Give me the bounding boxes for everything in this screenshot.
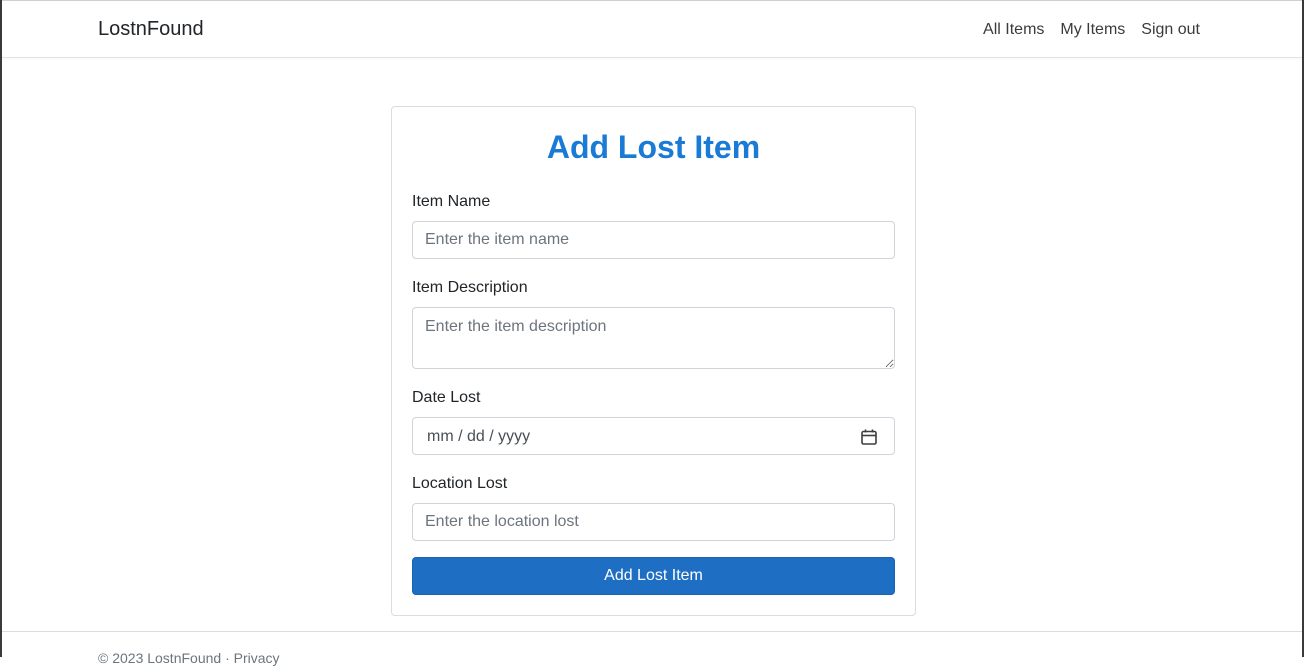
date-lost-input[interactable]: mm / dd / yyyy: [412, 417, 895, 455]
date-lost-placeholder: mm / dd / yyyy: [427, 428, 531, 445]
item-description-textarea[interactable]: [412, 307, 895, 369]
add-lost-item-button[interactable]: Add Lost Item: [412, 557, 895, 595]
nav-link-my-items[interactable]: My Items: [1060, 21, 1125, 39]
date-lost-label: Date Lost: [412, 389, 481, 406]
footer-divider: [2, 631, 1302, 632]
navbar: LostnFound All Items My Items Sign out: [2, 0, 1302, 58]
nav-links: All Items My Items Sign out: [983, 21, 1200, 39]
item-description-label: Item Description: [412, 279, 528, 296]
location-lost-input[interactable]: [412, 503, 895, 541]
location-lost-label: Location Lost: [412, 475, 508, 492]
item-name-input[interactable]: [412, 221, 895, 259]
footer-text: © 2023 LostnFound · Privacy: [98, 650, 280, 666]
nav-link-all-items[interactable]: All Items: [983, 21, 1044, 39]
nav-link-sign-out[interactable]: Sign out: [1141, 21, 1200, 39]
calendar-icon[interactable]: [860, 428, 878, 446]
form-title: Add Lost Item: [546, 129, 761, 165]
add-lost-item-card: Add Lost Item Item Name Item Description…: [391, 106, 916, 616]
brand-logo[interactable]: LostnFound: [98, 18, 204, 41]
item-name-label: Item Name: [412, 193, 491, 210]
